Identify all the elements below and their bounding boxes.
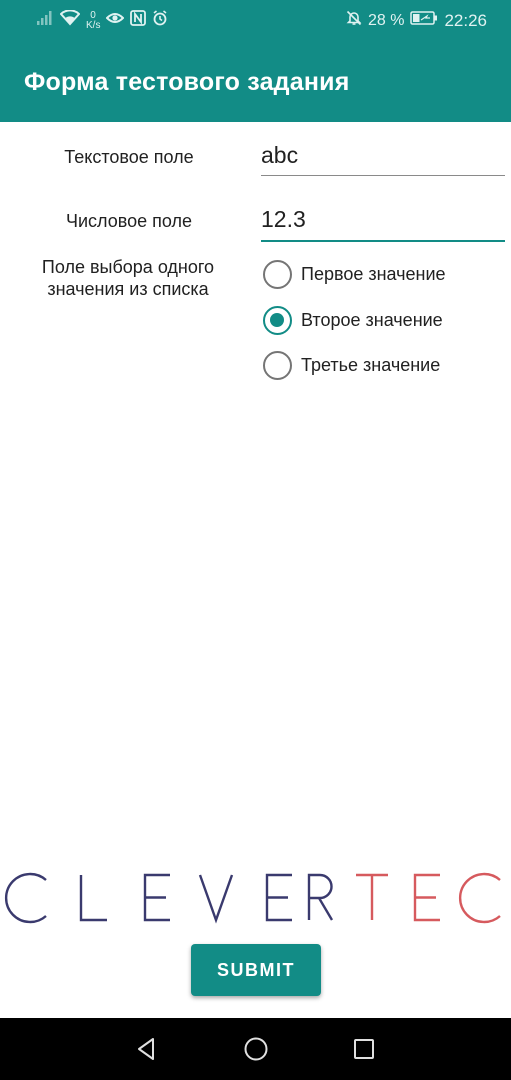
number-field[interactable]: 12.3 xyxy=(261,204,505,242)
netspeed-readout: 0 K/s xyxy=(86,9,101,31)
radio-button-third[interactable] xyxy=(263,351,292,380)
battery-icon xyxy=(410,11,438,30)
logo-letter-e2 xyxy=(265,873,292,922)
number-field-label: Числовое поле xyxy=(65,211,193,231)
text-field[interactable]: abc xyxy=(261,140,505,176)
text-field-value[interactable]: abc xyxy=(261,140,505,170)
logo-letter-v xyxy=(198,874,234,924)
logo-letter-e xyxy=(143,873,170,922)
radio-button-second[interactable] xyxy=(263,306,292,335)
app-bar: Форма тестового задания xyxy=(0,44,511,122)
number-field-value[interactable]: 12.3 xyxy=(261,204,505,234)
wifi-icon xyxy=(59,9,81,31)
radio-button-first[interactable] xyxy=(263,260,292,289)
nav-bar xyxy=(0,1018,511,1080)
radio-label-third[interactable]: Третье значение xyxy=(301,355,440,376)
status-right-icons: 28 % 22:26 xyxy=(346,10,487,31)
radio-label-second[interactable]: Второе значение xyxy=(301,310,443,331)
submit-button[interactable]: SUBMIT xyxy=(191,944,321,996)
radio-option-second[interactable]: Второе значение xyxy=(263,306,443,335)
logo-letter-r xyxy=(307,873,334,921)
status-left-icons: 0 K/s xyxy=(36,9,168,31)
netspeed-unit: K/s xyxy=(86,19,101,31)
clevertec-logo xyxy=(0,868,511,928)
logo-letter-c2 xyxy=(459,872,501,924)
radio-option-first[interactable]: Первое значение xyxy=(263,260,446,289)
signal-icon xyxy=(36,10,54,31)
battery-percent: 28 % xyxy=(367,11,405,29)
app-title: Форма тестового задания xyxy=(24,68,350,96)
choice-label-line2: значения из списка xyxy=(47,279,209,299)
logo-letter-t xyxy=(356,873,388,920)
choice-label: Поле выбора одного значения из списка xyxy=(22,256,234,300)
status-time: 22:26 xyxy=(444,10,487,30)
status-bar: 0 K/s 28 % 22:26 xyxy=(0,0,511,44)
eye-icon xyxy=(105,11,125,30)
back-icon[interactable] xyxy=(133,1035,161,1063)
nfc-icon xyxy=(130,10,146,31)
mute-icon xyxy=(346,10,362,31)
netspeed-value: 0 xyxy=(90,9,96,21)
radio-option-third[interactable]: Третье значение xyxy=(263,351,440,380)
choice-label-line1: Поле выбора одного xyxy=(41,257,215,277)
logo-letter-c xyxy=(5,872,47,924)
text-field-label: Текстовое поле xyxy=(64,147,194,167)
recents-icon[interactable] xyxy=(350,1035,378,1063)
home-icon[interactable] xyxy=(242,1035,270,1063)
logo-letter-e3 xyxy=(413,873,440,922)
alarm-icon xyxy=(152,10,168,31)
radio-label-first[interactable]: Первое значение xyxy=(301,264,446,285)
logo-letter-l xyxy=(79,875,107,922)
